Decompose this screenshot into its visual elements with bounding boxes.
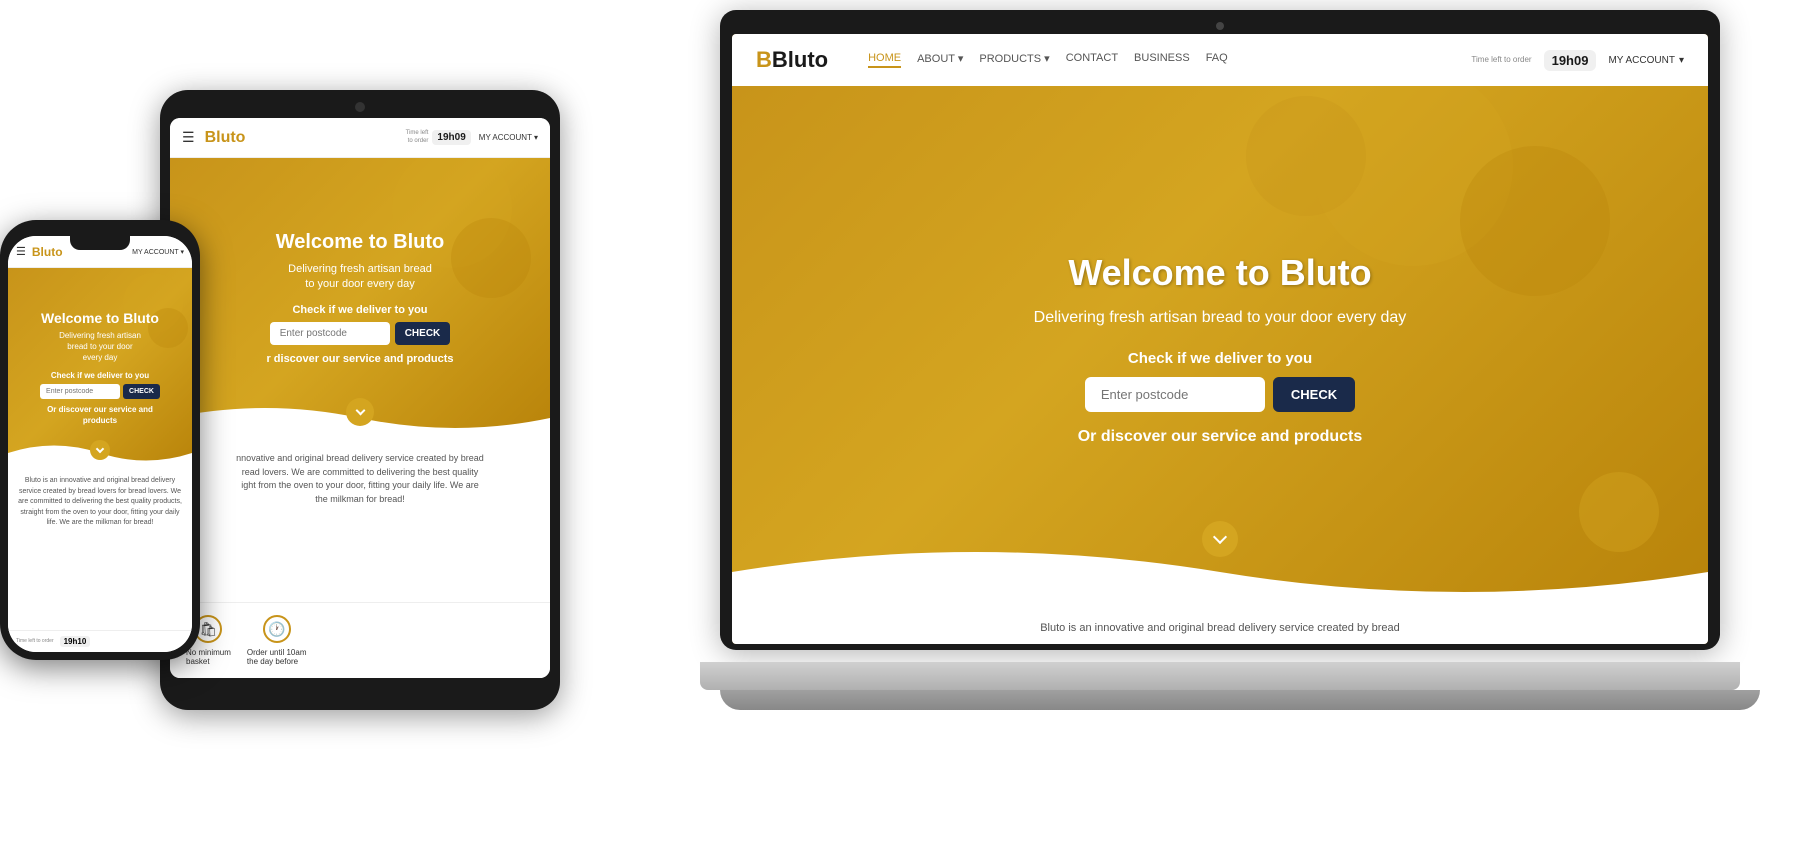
phone-check-button[interactable]: CHECK xyxy=(123,384,160,399)
nav-link-faq[interactable]: FAQ xyxy=(1206,52,1228,68)
laptop-check-label: Check if we deliver to you xyxy=(772,350,1668,367)
tablet-camera xyxy=(355,102,365,112)
tablet-about: nnovative and original bread delivery se… xyxy=(170,438,550,602)
laptop-website: BBluto HOME ABOUT ▾ PRODUCTS ▾ CONTACT B… xyxy=(732,34,1708,644)
hamburger-icon[interactable]: ☰ xyxy=(16,245,26,258)
nav-link-business[interactable]: BUSINESS xyxy=(1134,52,1190,68)
laptop-device: BBluto HOME ABOUT ▾ PRODUCTS ▾ CONTACT B… xyxy=(720,10,1740,730)
chevron-down-icon: ▾ xyxy=(1679,55,1684,66)
tablet-frame: ☰ Bluto Time leftto order 19h09 MY ACCOU… xyxy=(160,90,560,710)
phone-check-label: Check if we deliver to you xyxy=(40,371,160,380)
laptop-hero: Welcome to Bluto Delivering fresh artisa… xyxy=(732,86,1708,612)
chevron-down-icon: ▾ xyxy=(180,249,184,256)
scene: BBluto HOME ABOUT ▾ PRODUCTS ▾ CONTACT B… xyxy=(0,0,1800,858)
phone-discover-text: Or discover our service andproducts xyxy=(40,404,160,426)
phone-hero-heading: Welcome to Bluto xyxy=(40,310,160,326)
laptop-scroll-button[interactable] xyxy=(1202,521,1238,557)
tablet-check-label: Check if we deliver to you xyxy=(266,304,453,316)
phone-hero-subheading: Delivering fresh artisanbread to your do… xyxy=(40,330,160,364)
laptop-time-badge: 19h09 xyxy=(1544,50,1597,71)
phone-scroll-button[interactable] xyxy=(90,440,110,460)
nav-link-home[interactable]: HOME xyxy=(868,52,901,68)
phone-notch xyxy=(70,236,130,250)
phone-about: Bluto is an innovative and original brea… xyxy=(8,468,192,630)
laptop-foot xyxy=(720,690,1760,710)
phone-postcode-input[interactable] xyxy=(40,384,120,399)
laptop-discover-text: Or discover our service and products xyxy=(772,428,1668,446)
chevron-down-icon xyxy=(96,444,104,452)
tablet-hero-heading: Welcome to Bluto xyxy=(266,231,453,254)
nav-link-contact[interactable]: CONTACT xyxy=(1066,52,1118,68)
tablet-features: 🛍 No minimumbasket 🕐 Order until 10amthe… xyxy=(170,602,550,678)
phone-account-button[interactable]: MY ACCOUNT ▾ xyxy=(132,248,184,256)
tablet-postcode-input[interactable] xyxy=(270,322,390,345)
tablet-postcode-row: CHECK xyxy=(266,322,453,345)
tablet-time-badge: 19h09 xyxy=(432,130,470,145)
chevron-down-icon xyxy=(355,406,365,416)
tablet-time-label: Time leftto order xyxy=(406,130,429,146)
chevron-down-icon xyxy=(1213,530,1227,544)
phone-time-label: Time left to order xyxy=(16,638,54,645)
laptop-base xyxy=(700,662,1740,690)
tablet-account-button[interactable]: MY ACCOUNT ▾ xyxy=(479,133,538,142)
tablet-discover-text: r discover our service and products xyxy=(266,353,453,365)
hamburger-icon[interactable]: ☰ xyxy=(182,129,195,146)
laptop-account-button[interactable]: MY ACCOUNT ▾ xyxy=(1608,55,1684,66)
phone-website: ☰ Bluto MY ACCOUNT ▾ xyxy=(8,236,192,652)
laptop-hero-subheading: Delivering fresh artisan bread to your d… xyxy=(772,306,1668,330)
laptop-nav-right: Time left to order 19h09 MY ACCOUNT ▾ xyxy=(1471,50,1684,71)
phone-hero: Welcome to Bluto Delivering fresh artisa… xyxy=(8,268,192,468)
chevron-down-icon: ▾ xyxy=(534,133,538,142)
phone-footer-bar: Time left to order 19h10 xyxy=(8,630,192,652)
tablet-device: ☰ Bluto Time leftto order 19h09 MY ACCOU… xyxy=(160,90,560,730)
phone-frame: ☰ Bluto MY ACCOUNT ▾ xyxy=(0,220,200,660)
phone-time-badge: 19h10 xyxy=(60,636,91,647)
laptop-time-label: Time left to order xyxy=(1471,55,1531,65)
tablet-scroll-button[interactable] xyxy=(346,398,374,426)
clock-icon: 🕐 xyxy=(263,615,291,643)
tablet-logo: Bluto xyxy=(205,129,406,147)
laptop-frame: BBluto HOME ABOUT ▾ PRODUCTS ▾ CONTACT B… xyxy=(720,10,1720,650)
tablet-check-button[interactable]: CHECK xyxy=(395,322,451,345)
laptop-check-button[interactable]: CHECK xyxy=(1273,377,1355,412)
phone-postcode-row: CHECK xyxy=(40,384,160,399)
nav-link-products[interactable]: PRODUCTS ▾ xyxy=(979,52,1049,68)
laptop-logo: BBluto xyxy=(756,47,828,73)
tablet-hero: Welcome to Bluto Delivering fresh artisa… xyxy=(170,158,550,438)
laptop-about-strip: Bluto is an innovative and original brea… xyxy=(732,612,1708,644)
tablet-feature-label-order: Order until 10amthe day before xyxy=(247,648,307,666)
tablet-screen: ☰ Bluto Time leftto order 19h09 MY ACCOU… xyxy=(170,118,550,678)
laptop-camera xyxy=(1216,22,1224,30)
phone-device: ☰ Bluto MY ACCOUNT ▾ xyxy=(0,220,210,670)
laptop-navbar: BBluto HOME ABOUT ▾ PRODUCTS ▾ CONTACT B… xyxy=(732,34,1708,86)
laptop-nav-links: HOME ABOUT ▾ PRODUCTS ▾ CONTACT BUSINESS… xyxy=(868,52,1451,68)
phone-hero-content: Welcome to Bluto Delivering fresh artisa… xyxy=(30,310,170,427)
tablet-hero-content: Welcome to Bluto Delivering fresh artisa… xyxy=(246,231,473,366)
tablet-about-text: nnovative and original bread delivery se… xyxy=(186,452,534,506)
tablet-website: ☰ Bluto Time leftto order 19h09 MY ACCOU… xyxy=(170,118,550,678)
tablet-feature-order: 🕐 Order until 10amthe day before xyxy=(247,615,307,666)
laptop-postcode-row: CHECK xyxy=(772,377,1668,412)
laptop-hero-content: Welcome to Bluto Delivering fresh artisa… xyxy=(732,252,1708,446)
laptop-screen: BBluto HOME ABOUT ▾ PRODUCTS ▾ CONTACT B… xyxy=(732,34,1708,644)
tablet-hero-subheading: Delivering fresh artisan breadto your do… xyxy=(266,262,453,293)
tablet-navbar: ☰ Bluto Time leftto order 19h09 MY ACCOU… xyxy=(170,118,550,158)
tablet-camera-bar xyxy=(170,102,550,112)
laptop-postcode-input[interactable] xyxy=(1085,377,1265,412)
phone-about-text: Bluto is an innovative and original brea… xyxy=(16,476,184,529)
phone-screen: ☰ Bluto MY ACCOUNT ▾ xyxy=(8,236,192,652)
bread-deco-3 xyxy=(1246,96,1366,216)
laptop-hero-heading: Welcome to Bluto xyxy=(772,252,1668,294)
nav-link-about[interactable]: ABOUT ▾ xyxy=(917,52,963,68)
